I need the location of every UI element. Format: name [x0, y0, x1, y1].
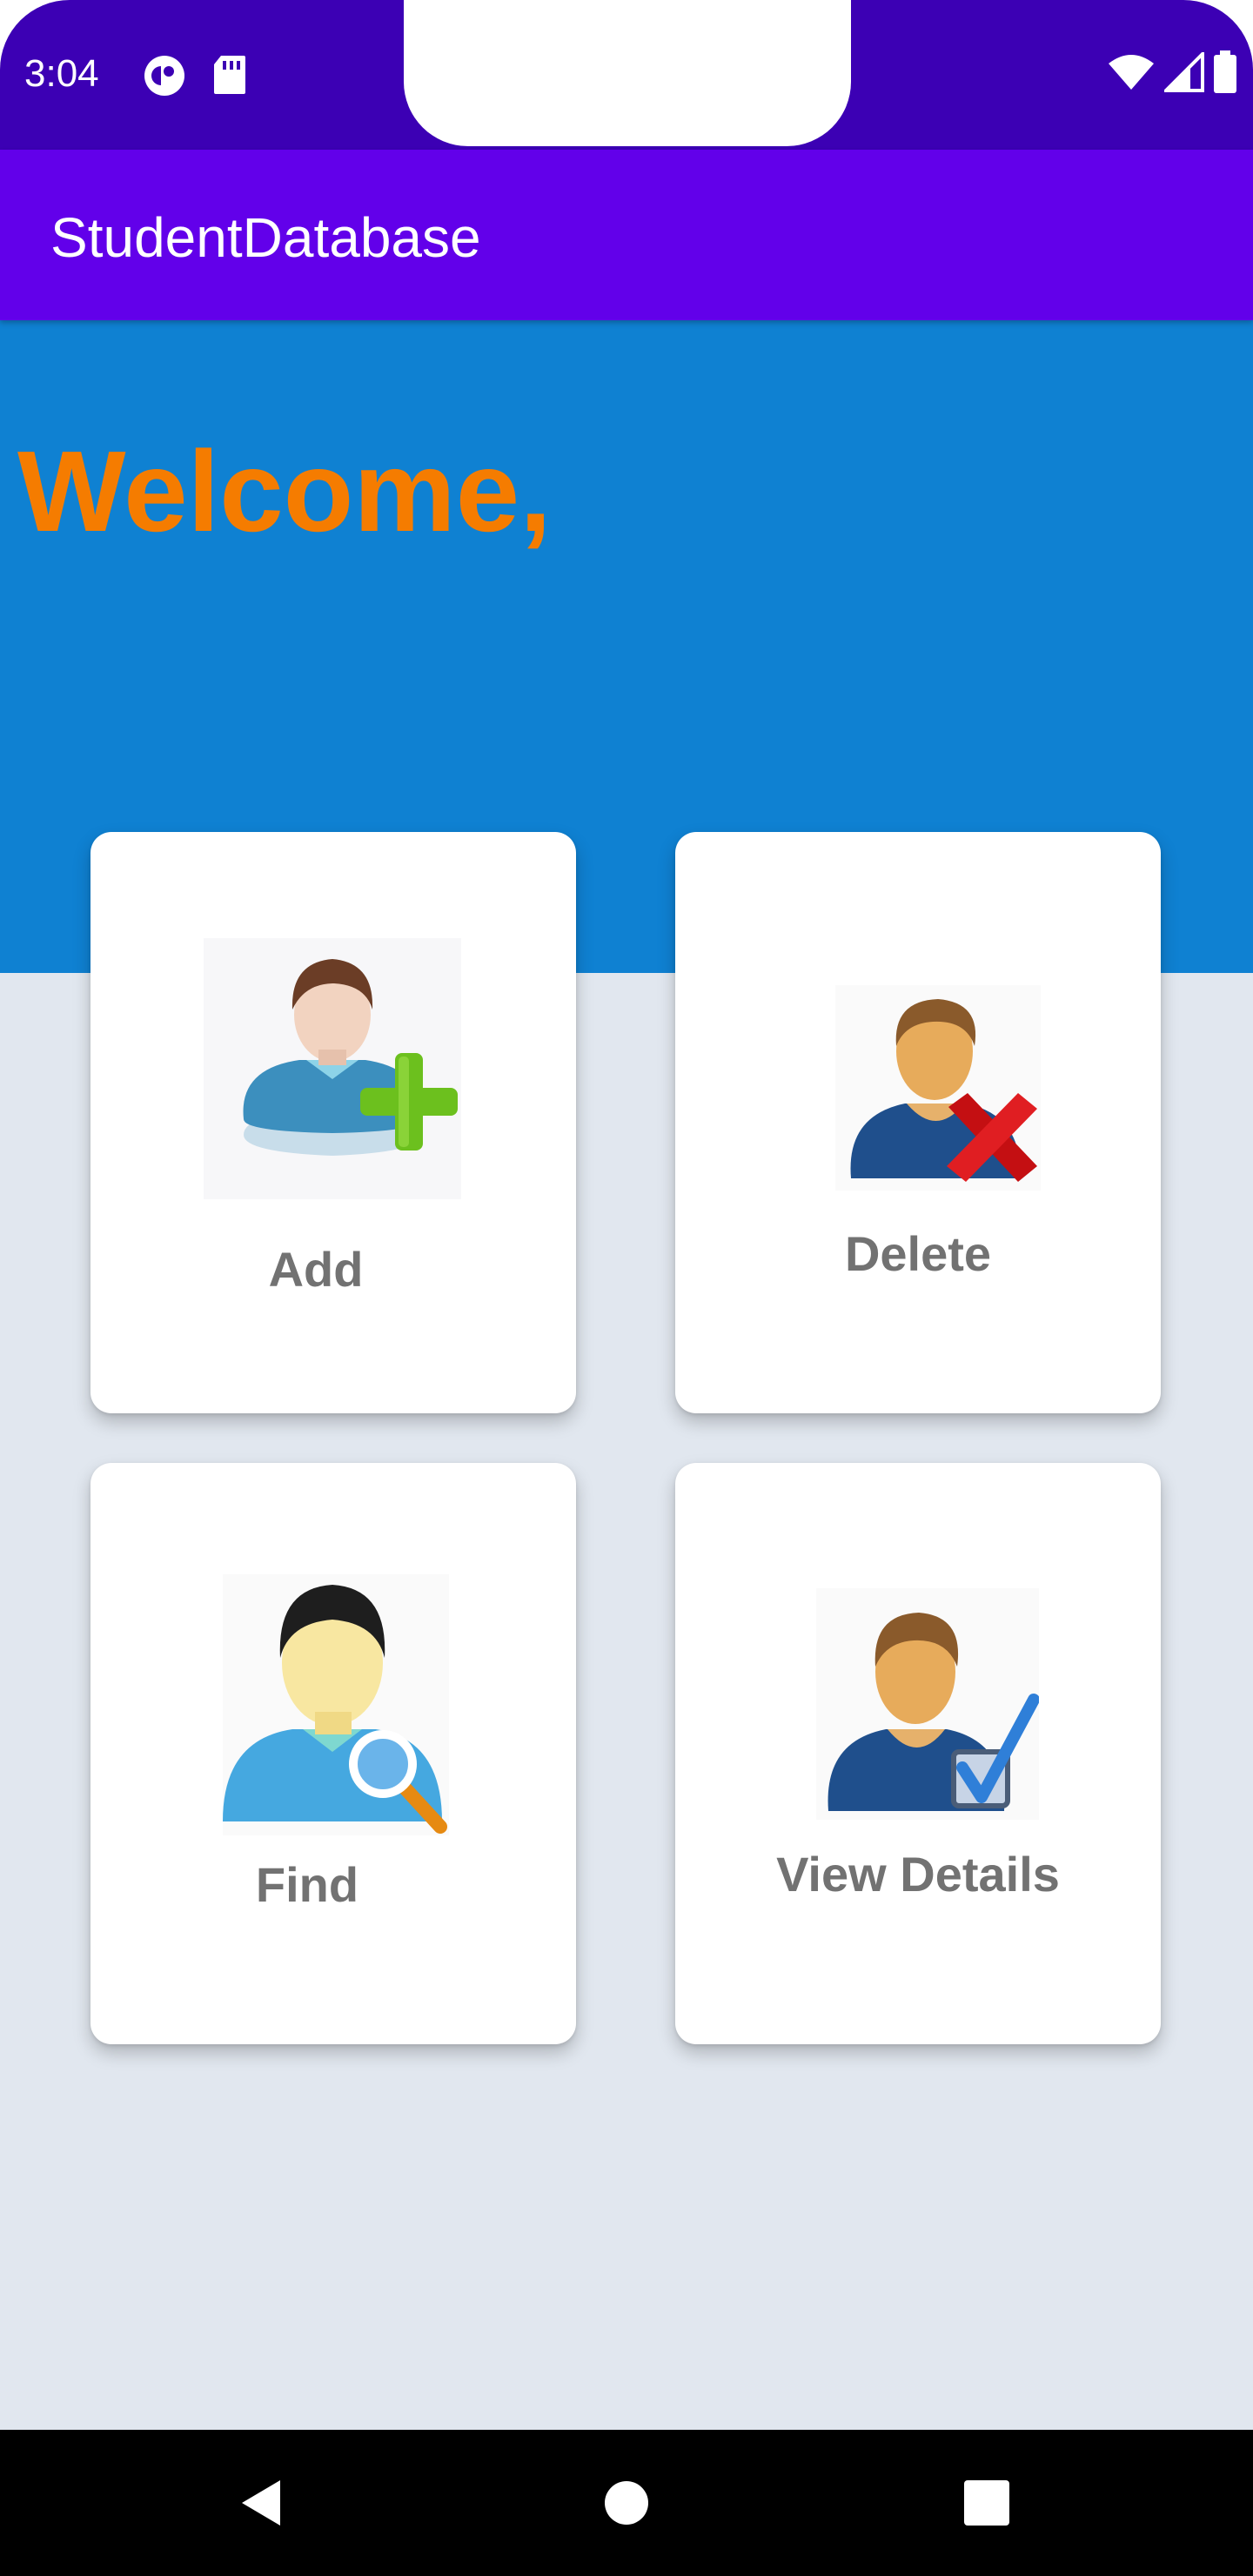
view-details-label: View Details: [776, 1847, 1060, 1902]
sd-card-icon: [214, 56, 245, 94]
status-icons-right: [1107, 50, 1237, 94]
welcome-heading: Welcome,: [17, 427, 552, 555]
home-icon: [605, 2481, 648, 2525]
add-label: Add: [268, 1242, 364, 1297]
find-label: Find: [255, 1857, 359, 1912]
display-notch: [404, 0, 851, 146]
view-details-user-icon: [816, 1588, 1039, 1820]
find-card[interactable]: Find: [90, 1463, 576, 2044]
app-title: StudentDatabase: [50, 206, 481, 269]
delete-card[interactable]: Delete: [675, 832, 1161, 1413]
status-bar: 3:04: [0, 0, 1253, 150]
home-button[interactable]: [585, 2461, 668, 2545]
delete-label: Delete: [844, 1226, 992, 1281]
recents-button[interactable]: [945, 2461, 1029, 2545]
c-circle-icon: [144, 56, 184, 96]
view-details-card[interactable]: View Details: [675, 1463, 1161, 2044]
back-button[interactable]: [219, 2461, 303, 2545]
delete-user-icon: [835, 985, 1041, 1191]
recents-icon: [964, 2480, 1009, 2526]
add-user-icon: [204, 938, 461, 1199]
navigation-bar: [0, 2430, 1253, 2576]
signal-icon: [1164, 52, 1204, 92]
add-card[interactable]: Add: [90, 832, 576, 1413]
wifi-icon: [1109, 55, 1154, 90]
back-icon: [242, 2480, 280, 2526]
battery-icon: [1214, 50, 1236, 93]
status-time: 3:04: [24, 52, 99, 95]
app-bar: StudentDatabase: [0, 150, 1253, 320]
find-user-icon: [223, 1574, 449, 1835]
